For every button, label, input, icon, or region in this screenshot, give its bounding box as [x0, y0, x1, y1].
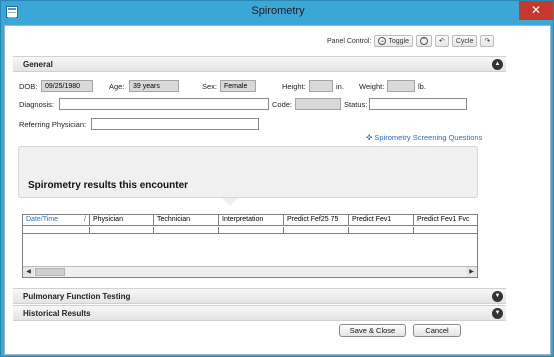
window-title: Spirometry: [251, 5, 305, 17]
cycle-label: Cycle: [455, 37, 474, 45]
table-cell: [219, 227, 284, 234]
table-cell: [349, 227, 414, 234]
referring-physician-label: Referring Physician:: [19, 120, 87, 129]
table-cell: [154, 227, 219, 234]
table-cell: [90, 227, 154, 234]
results-title: Spirometry results this encounter: [28, 180, 189, 191]
screening-icon: ✜: [366, 133, 373, 142]
column-header-technician[interactable]: Technician: [154, 215, 219, 226]
toggle-button[interactable]: ⌄ Toggle: [374, 35, 413, 47]
scroll-right-icon[interactable]: ▶: [466, 267, 477, 277]
toggle-label: Toggle: [388, 37, 409, 45]
screening-link-label: Spirometry Screening Questions: [374, 133, 483, 142]
redo-arrow-icon: ↷: [484, 38, 491, 45]
height-field[interactable]: [309, 80, 333, 92]
age-label: Age:: [109, 82, 125, 91]
scroll-left-icon[interactable]: ◀: [23, 267, 34, 277]
status-label: Status:: [344, 100, 368, 109]
code-label: Code:: [272, 100, 293, 109]
pulmonary-section-title: Pulmonary Function Testing: [23, 292, 131, 301]
historical-section-title: Historical Results: [23, 309, 91, 318]
general-section-title: General: [23, 60, 53, 69]
referring-physician-field[interactable]: [91, 118, 259, 130]
spirometry-screening-link[interactable]: ✜ Spirometry Screening Questions: [366, 133, 482, 142]
status-field[interactable]: [369, 98, 467, 110]
sex-field: Female: [220, 80, 256, 92]
age-field: 39 years: [129, 80, 179, 92]
weight-unit: lb.: [418, 82, 426, 91]
panel-pointer: [222, 198, 238, 206]
spirometry-window: Spirometry ✕ Panel Control: ⌄ Toggle ⌃ ↶…: [0, 0, 554, 357]
chevron-up-icon[interactable]: ▲: [492, 59, 503, 70]
column-header-label: Date/Time: [26, 216, 59, 223]
save-close-button[interactable]: Save & Close: [339, 324, 406, 337]
undo-arrow-icon: ↶: [439, 38, 445, 45]
collapse-circle-icon: ⌄: [378, 37, 387, 45]
column-header-predict-fef25-75[interactable]: Predict Fef25 75: [284, 215, 349, 226]
cancel-button[interactable]: Cancel: [413, 324, 461, 337]
horizontal-scrollbar[interactable]: ◀ ▶: [23, 266, 477, 277]
column-header-predict-fev1-fvc[interactable]: Predict Fev1 Fvc: [414, 215, 477, 226]
results-grid[interactable]: Date/Time / Physician Technician Interpr…: [22, 214, 478, 278]
weight-label: Weight:: [359, 82, 385, 91]
sort-indicator-icon: /: [84, 216, 86, 223]
column-header-physician[interactable]: Physician: [90, 215, 154, 226]
height-label: Height:: [282, 82, 306, 91]
general-section-header[interactable]: General ▲: [13, 56, 506, 72]
cycle-button[interactable]: Cycle: [451, 35, 478, 47]
chevron-down-icon[interactable]: ▼: [492, 308, 503, 319]
table-row[interactable]: [23, 227, 477, 234]
panel-control: Panel Control: ⌄ Toggle ⌃ ↶ Cycle ↷: [327, 34, 495, 48]
expand-circle-icon: ⌃: [420, 37, 428, 45]
panel-control-label: Panel Control:: [327, 37, 372, 45]
dialog-body: Panel Control: ⌄ Toggle ⌃ ↶ Cycle ↷ Gene…: [4, 25, 551, 355]
column-header-interpretation[interactable]: Interpretation: [219, 215, 284, 226]
historical-section-header[interactable]: Historical Results ▼: [13, 305, 506, 321]
cycle-back-button[interactable]: ↶: [435, 35, 449, 47]
close-button[interactable]: ✕: [519, 1, 553, 20]
pulmonary-section-header[interactable]: Pulmonary Function Testing ▼: [13, 288, 506, 304]
table-cell: [284, 227, 349, 234]
cycle-forward-button[interactable]: ↷: [480, 35, 495, 47]
column-header-predict-fev1[interactable]: Predict Fev1: [349, 215, 414, 226]
diagnosis-label: Diagnosis:: [19, 100, 55, 109]
titlebar: Spirometry ✕: [1, 1, 553, 25]
dob-label: DOB:: [19, 82, 38, 91]
expand-all-button[interactable]: ⌃: [416, 35, 432, 47]
dob-field: 09/25/1980: [41, 80, 93, 92]
code-field: [295, 98, 341, 110]
height-unit: in.: [336, 82, 344, 91]
diagnosis-field[interactable]: [59, 98, 269, 110]
sex-label: Sex:: [202, 82, 218, 91]
chevron-down-icon[interactable]: ▼: [492, 291, 503, 302]
table-cell: [23, 227, 90, 234]
grid-header: Date/Time / Physician Technician Interpr…: [23, 215, 477, 226]
weight-field[interactable]: [387, 80, 415, 92]
table-cell: [414, 227, 477, 234]
column-header-datetime[interactable]: Date/Time /: [23, 215, 90, 226]
results-panel: Spirometry results this encounter: [18, 146, 478, 206]
scrollbar-thumb[interactable]: [35, 268, 65, 276]
